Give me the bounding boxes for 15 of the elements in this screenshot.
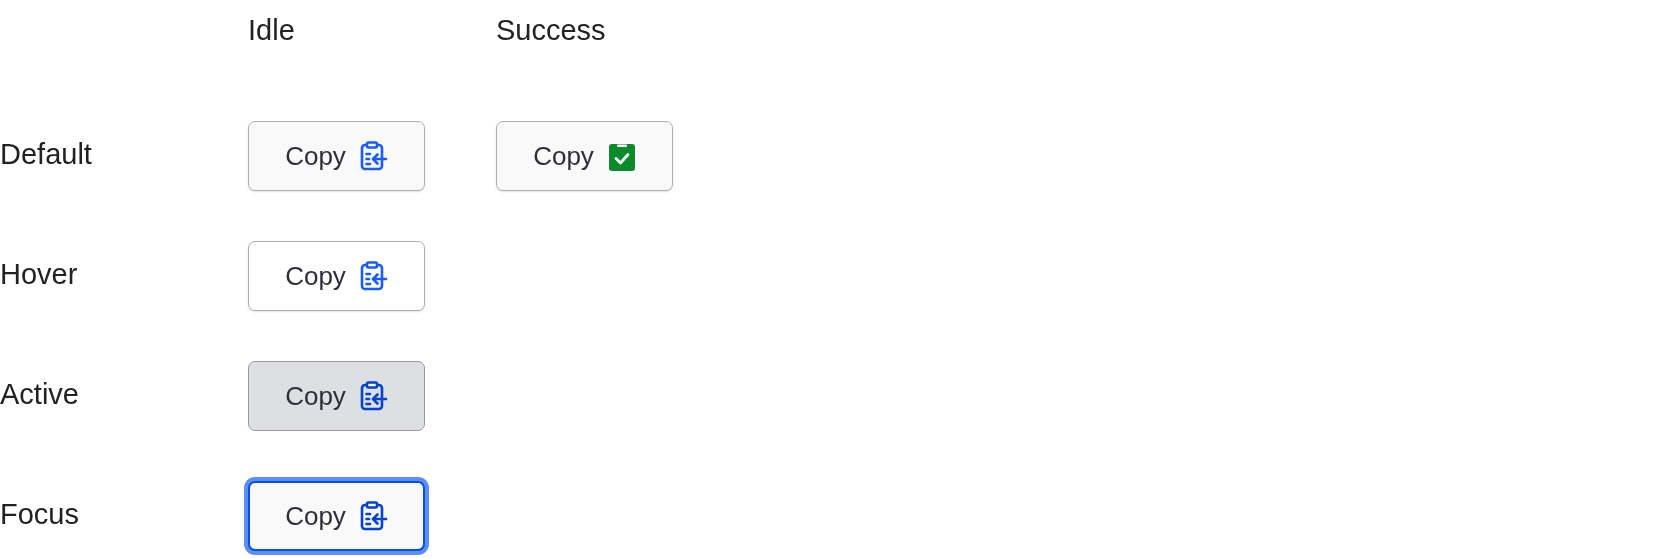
clipboard-arrow-icon [359,381,388,411]
row-label: Focus [0,497,79,530]
row-label: Default [0,137,92,170]
clipboard-arrow-icon [359,141,388,171]
row-label: Hover [0,257,78,290]
row-label: Active [0,377,79,410]
clipboard-arrow-icon [359,501,388,531]
clipboard-check-icon [607,141,636,171]
copy-button[interactable]: Copy [496,121,673,191]
copy-button[interactable]: Copy [248,121,425,191]
column-header: Success [496,14,606,46]
clipboard-arrow-icon [359,261,388,291]
column-header: Idle [248,14,295,46]
copy-button[interactable]: Copy [248,241,425,311]
copy-button[interactable]: Copy [248,361,425,431]
